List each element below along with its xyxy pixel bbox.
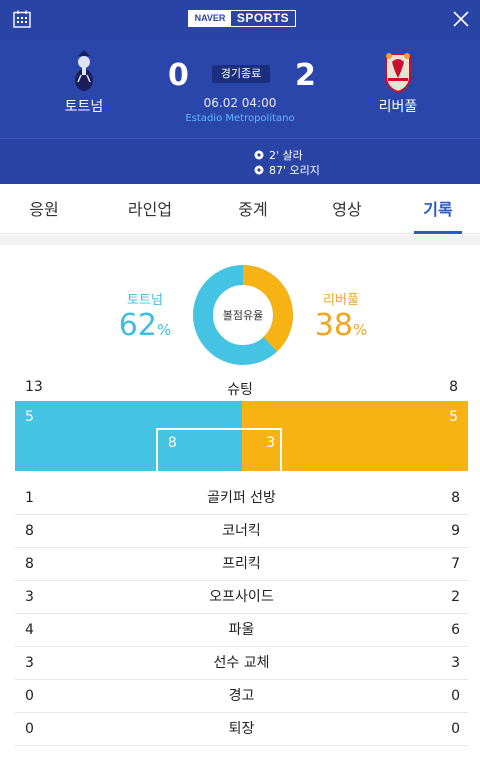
table-row: 8 프리킥 7 bbox=[15, 548, 468, 581]
home-possession-team: 토트넘 bbox=[127, 293, 163, 308]
stat-label: 파울 bbox=[228, 622, 255, 638]
away-value: 2 bbox=[451, 589, 460, 605]
stats-table: 1 골키퍼 선방 8 8 코너킥 9 8 프리킥 7 3 오프사이드 2 4 파울 6 3 선수 교체… bbox=[15, 482, 468, 746]
tab-broadcast[interactable]: 중계 bbox=[220, 184, 286, 234]
logo-naver-text: NAVER bbox=[189, 11, 231, 26]
liverpool-crest-icon bbox=[385, 53, 411, 94]
away-on-target-value: 3 bbox=[266, 435, 276, 451]
table-row: 4 파울 6 bbox=[15, 614, 468, 647]
away-score: 2 bbox=[295, 58, 316, 93]
table-row: 0 퇴장 0 bbox=[15, 713, 468, 746]
goal-entry: 87' 오리지 bbox=[254, 162, 320, 178]
away-team[interactable]: 리버풀 bbox=[353, 48, 443, 116]
away-off-target-value: 5 bbox=[449, 409, 458, 425]
percent-unit: % bbox=[352, 321, 368, 339]
away-value: 8 bbox=[451, 490, 460, 506]
match-status-badge: 경기종료 bbox=[212, 65, 270, 83]
away-possession-value: 38 bbox=[314, 308, 353, 343]
goal-scorers: 2' 살라 87' 오리지 bbox=[0, 138, 480, 184]
home-off-target-value: 5 bbox=[25, 409, 34, 425]
logo-sports-text: SPORTS bbox=[236, 11, 290, 25]
away-possession-value-wrap: 38% bbox=[306, 308, 376, 348]
away-possession: 리버풀 38% bbox=[306, 289, 376, 348]
home-possession-value-wrap: 62% bbox=[110, 308, 180, 348]
stat-label: 프리킥 bbox=[222, 556, 261, 572]
stat-label: 선수 교체 bbox=[213, 655, 270, 671]
percent-unit: % bbox=[156, 321, 172, 339]
away-team-name: 리버풀 bbox=[378, 99, 418, 115]
match-venue: Estadio Metropolitano bbox=[185, 113, 295, 124]
away-value: 6 bbox=[451, 622, 460, 638]
tab-lineup[interactable]: 라인업 bbox=[112, 184, 188, 234]
table-row: 0 경고 0 bbox=[15, 680, 468, 713]
stat-label: 퇴장 bbox=[228, 721, 255, 737]
naver-sports-logo[interactable]: NAVER SPORTS bbox=[188, 10, 296, 27]
table-row: 8 코너킥 9 bbox=[15, 515, 468, 548]
home-team-name: 토트넘 bbox=[64, 99, 104, 115]
home-team[interactable]: 토트넘 bbox=[39, 48, 129, 116]
table-row: 3 선수 교체 3 bbox=[15, 647, 468, 680]
section-divider bbox=[0, 235, 480, 245]
away-value: 0 bbox=[451, 688, 460, 704]
tab-cheer[interactable]: 응원 bbox=[12, 184, 76, 234]
away-on-target-bar bbox=[242, 428, 283, 471]
stat-label: 오프사이드 bbox=[209, 589, 274, 605]
away-possession-team: 리버풀 bbox=[323, 293, 359, 308]
match-datetime: 06.02 04:00 bbox=[203, 96, 277, 110]
shots-label: 슈팅 bbox=[227, 382, 253, 398]
top-bar: NAVER SPORTS bbox=[0, 0, 480, 38]
shots-header: 13 슈팅 8 bbox=[0, 379, 480, 401]
table-row: 3 오프사이드 2 bbox=[15, 581, 468, 614]
scoreboard: 토트넘 0 경기종료 2 06.02 04:00 Estadio Metropo… bbox=[0, 38, 480, 138]
goal-text: 2' 살라 bbox=[269, 149, 303, 162]
tab-video[interactable]: 영상 bbox=[315, 184, 379, 234]
possession-donut-chart: 볼점유율 bbox=[193, 265, 293, 365]
away-shots-total: 8 bbox=[449, 379, 458, 395]
home-possession: 토트넘 62% bbox=[110, 289, 180, 348]
away-value: 0 bbox=[451, 721, 460, 737]
tottenham-crest-icon bbox=[75, 50, 93, 91]
soccer-ball-icon bbox=[254, 165, 264, 175]
shots-chart: 5 5 8 3 bbox=[15, 401, 468, 471]
away-value: 3 bbox=[451, 655, 460, 671]
home-score: 0 bbox=[168, 58, 189, 93]
possession-label: 볼점유율 bbox=[223, 309, 263, 322]
close-icon[interactable] bbox=[451, 9, 471, 29]
tab-record[interactable]: 기록 bbox=[414, 184, 462, 234]
goal-text: 87' 오리지 bbox=[269, 164, 320, 177]
stat-label: 경고 bbox=[228, 688, 255, 704]
away-value: 7 bbox=[451, 556, 460, 572]
tab-bar: 응원 라인업 중계 영상 기록 bbox=[0, 184, 480, 234]
goal-entry: 2' 살라 bbox=[254, 147, 303, 163]
calendar-icon[interactable] bbox=[12, 9, 32, 29]
stat-label: 골키퍼 선방 bbox=[207, 490, 276, 506]
soccer-ball-icon bbox=[254, 150, 264, 160]
stat-label: 코너킥 bbox=[222, 523, 261, 539]
table-row: 1 골키퍼 선방 8 bbox=[15, 482, 468, 515]
home-possession-value: 62 bbox=[118, 308, 157, 343]
away-value: 9 bbox=[451, 523, 460, 539]
home-on-target-value: 8 bbox=[167, 435, 177, 451]
